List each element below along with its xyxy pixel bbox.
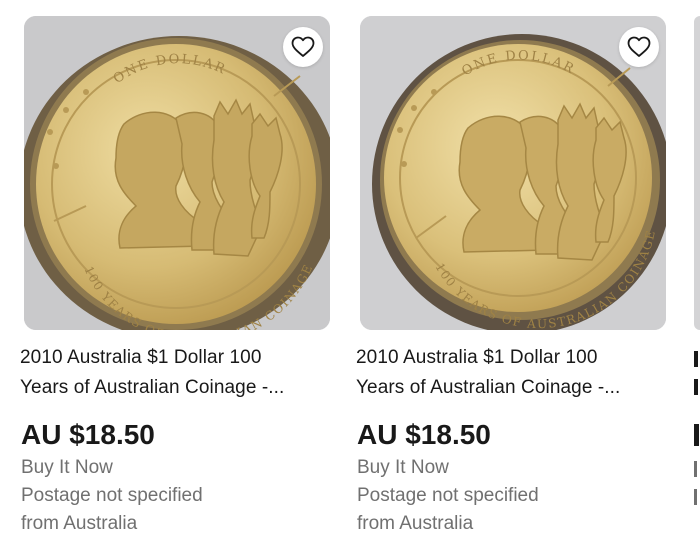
listing-title-line-2[interactable]: Years of Australian Coinage -...	[356, 373, 666, 403]
listing-card[interactable]: ONE DOLLAR 100 YEARS OF AUSTRALIAN COINA…	[20, 0, 330, 534]
listing-price: AU $18.50	[21, 419, 155, 450]
postage-info: Postage not specified	[357, 485, 539, 506]
listing-card-partial[interactable]	[694, 0, 700, 525]
postage-info: Postage not specified	[21, 485, 203, 506]
listing-title-fragment	[694, 379, 698, 395]
buy-format: Buy It Now	[357, 457, 449, 478]
coin-photo: ONE DOLLAR 100 YEARS OF AUSTRALIAN COINA…	[360, 16, 666, 330]
listing-title-line-1[interactable]: 2010 Australia $1 Dollar 100	[356, 343, 666, 373]
listing-title[interactable]: 2010 Australia $1 Dollar 100 Years of Au…	[356, 343, 666, 403]
coin-portraits	[458, 102, 627, 261]
watch-button[interactable]	[283, 27, 323, 67]
heart-icon	[291, 36, 315, 57]
item-location: from Australia	[357, 513, 474, 534]
listing-price: AU $18.50	[357, 419, 491, 450]
listing-image[interactable]: ONE DOLLAR 100 YEARS OF AUSTRALIAN COINA…	[24, 16, 330, 330]
coin-photo: ONE DOLLAR 100 YEARS OF AUSTRALIAN COINA…	[24, 16, 330, 330]
listing-title-line-2[interactable]: Years of Australian Coinage -...	[20, 373, 330, 403]
buy-format-fragment	[694, 461, 697, 477]
listing-price-fragment	[694, 424, 699, 446]
listing-title-fragment	[694, 351, 698, 367]
listing-image-partial[interactable]	[694, 16, 700, 330]
listing-card[interactable]: ONE DOLLAR 100 YEARS OF AUSTRALIAN COINA…	[356, 0, 666, 534]
watch-button[interactable]	[619, 27, 659, 67]
buy-format: Buy It Now	[21, 457, 113, 478]
listing-image[interactable]: ONE DOLLAR 100 YEARS OF AUSTRALIAN COINA…	[360, 16, 666, 330]
coin-portraits	[114, 98, 283, 257]
item-location: from Australia	[21, 513, 138, 534]
postage-fragment	[694, 489, 697, 505]
listing-title-line-1[interactable]: 2010 Australia $1 Dollar 100	[20, 343, 330, 373]
listing-title[interactable]: 2010 Australia $1 Dollar 100 Years of Au…	[20, 343, 330, 403]
heart-icon	[627, 36, 651, 57]
